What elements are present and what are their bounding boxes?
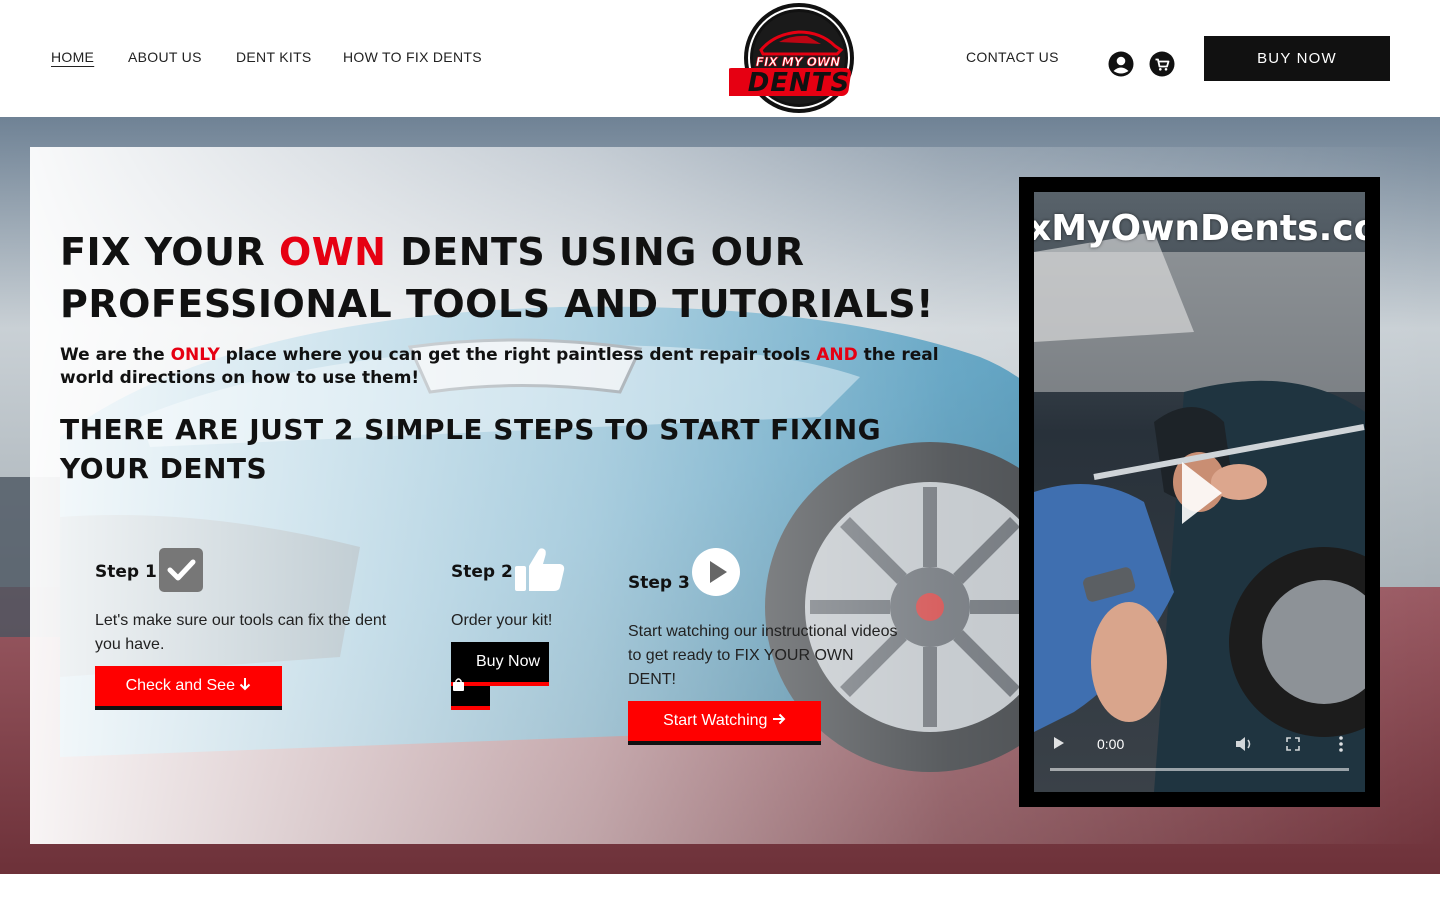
video-player[interactable]: xMyOwnDents.co 0:00 — [1019, 177, 1380, 807]
nav-contact-us[interactable]: CONTACT US — [966, 49, 1059, 65]
subheadline-part: place where you can get the right paintl… — [219, 345, 817, 365]
start-watching-button[interactable]: Start Watching — [628, 701, 821, 745]
cart-icon[interactable] — [1149, 51, 1175, 77]
site-logo[interactable]: FIX MY OWN DENTS — [729, 2, 867, 114]
arrow-right-icon — [772, 713, 786, 725]
check-and-see-button[interactable]: Check and See — [95, 666, 282, 710]
start-watching-label: Start Watching — [663, 712, 768, 729]
check-and-see-label: Check and See — [125, 677, 235, 694]
subheadline-part: We are the — [60, 345, 171, 365]
logo-text-top: FIX MY OWN — [756, 55, 840, 69]
video-progress-bar[interactable] — [1050, 768, 1349, 771]
step-2-title: Step 2 — [451, 562, 513, 582]
play-circle-icon — [692, 548, 740, 596]
video-time-display: 0:00 — [1097, 736, 1125, 752]
play-control-icon[interactable] — [1053, 736, 1065, 750]
more-options-icon[interactable] — [1338, 736, 1344, 752]
site-header: HOME ABOUT US DENT KITS HOW TO FIX DENTS… — [0, 0, 1440, 117]
subheadline-emphasis: AND — [816, 345, 858, 365]
video-viewport[interactable]: xMyOwnDents.co 0:00 — [1034, 192, 1365, 792]
arrow-down-icon — [240, 678, 251, 691]
video-play-overlay-icon[interactable] — [1180, 460, 1224, 526]
step-1-text: Let's make sure our tools can fix the de… — [95, 612, 387, 653]
shopping-bag-icon — [453, 678, 464, 691]
headline-part: FIX YOUR — [60, 230, 279, 274]
fullscreen-icon[interactable] — [1286, 737, 1300, 751]
steps-heading: THERE ARE JUST 2 SIMPLE STEPS TO START F… — [60, 413, 882, 485]
checkbox-icon — [159, 548, 203, 592]
next-section-edge — [0, 874, 1440, 900]
nav-about-us[interactable]: ABOUT US — [128, 49, 202, 65]
buy-now-button[interactable]: BUY NOW — [1204, 36, 1390, 81]
video-watermark-text: xMyOwnDents.co — [1034, 208, 1365, 249]
step-3-text: Start watching our instructional videos … — [628, 623, 898, 688]
step-3-title: Step 3 — [628, 573, 690, 593]
volume-icon[interactable] — [1235, 736, 1253, 752]
subheadline-emphasis: ONLY — [170, 345, 220, 365]
thumbs-up-icon — [515, 548, 565, 591]
nav-home[interactable]: HOME — [51, 49, 94, 65]
hero-subheadline: We are the ONLY place where you can get … — [60, 344, 940, 390]
nav-how-to-fix-dents[interactable]: HOW TO FIX DENTS — [343, 49, 482, 65]
hero-headline: FIX YOUR OWN DENTS USING OUR PROFESSIONA… — [60, 226, 940, 330]
step-buy-now-button[interactable]: Buy Now — [451, 642, 549, 686]
step-2-text: Order your kit! — [451, 612, 553, 629]
headline-emphasis: OWN — [278, 230, 387, 274]
step-1-title: Step 1 — [95, 562, 157, 582]
nav-dent-kits[interactable]: DENT KITS — [236, 49, 312, 65]
step-buy-now-label: Buy Now — [476, 653, 541, 670]
user-circle-icon[interactable] — [1108, 51, 1134, 77]
logo-text-main: DENTS — [748, 68, 851, 98]
